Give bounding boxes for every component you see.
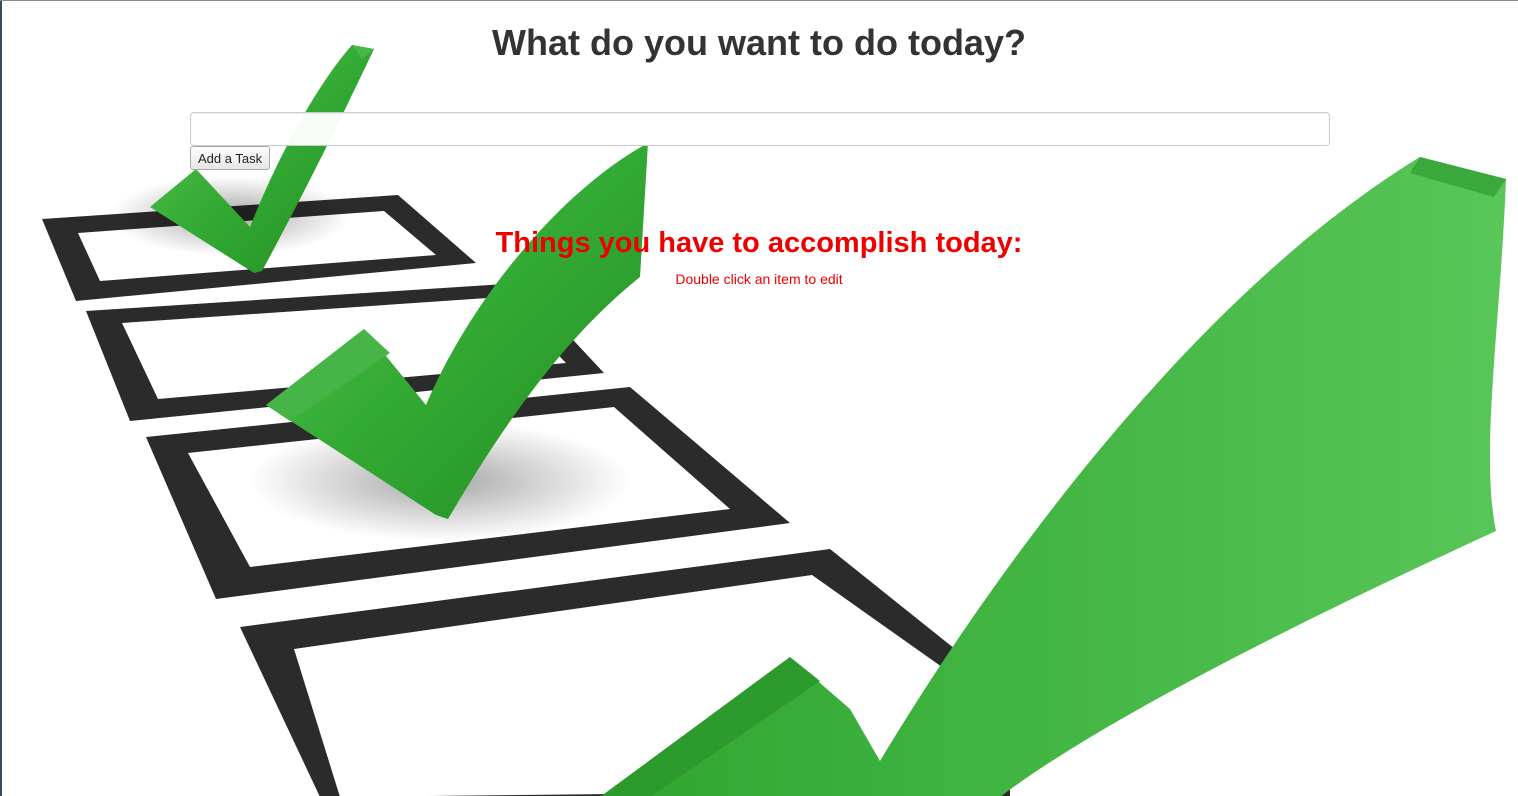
task-list-heading: Things you have to accomplish today: <box>495 227 1023 259</box>
add-task-button[interactable]: Add a Task <box>190 146 271 170</box>
page-title: What do you want to do today? <box>492 22 1026 63</box>
todo-app: What do you want to do today? Add a Task… <box>0 1 1518 796</box>
window-left-edge <box>0 1 2 796</box>
edit-hint: Double click an item to edit <box>675 271 843 287</box>
new-task-input[interactable] <box>190 112 1330 146</box>
todo-page: What do you want to do today? Add a Task… <box>0 0 1518 796</box>
